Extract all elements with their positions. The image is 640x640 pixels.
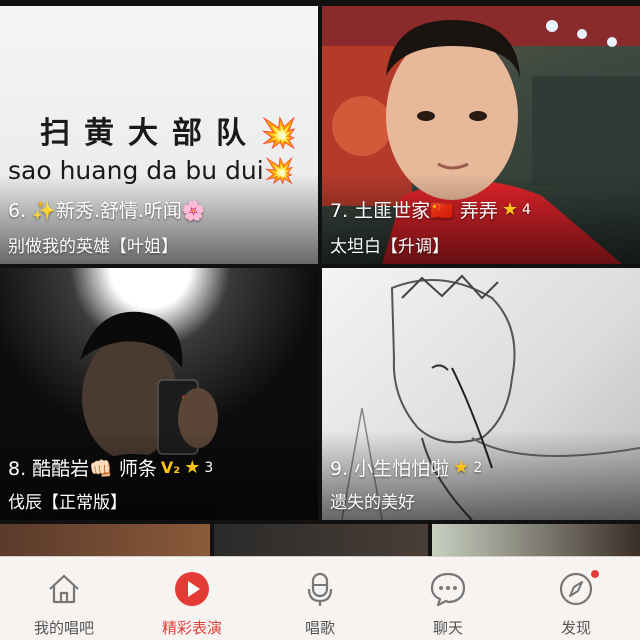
vip-badge-icon: V₂ xyxy=(160,458,181,477)
performance-card-9[interactable]: 9. 小生怕怕啦 ★ 2 遗失的美好 xyxy=(322,268,640,520)
tab-label: 唱歌 xyxy=(304,619,335,637)
card-title-row: 9. 小生怕怕啦 ★ 2 xyxy=(330,454,482,481)
performance-card-8[interactable]: 8. 酷酷岩👊🏻 师条 V₂ ★ 3 伐辰【正常版】 xyxy=(0,268,318,520)
tab-label: 我的唱吧 xyxy=(33,619,94,637)
tab-chat[interactable]: 聊天 xyxy=(384,557,512,640)
microphone-icon xyxy=(307,572,333,606)
chat-icon xyxy=(430,572,466,607)
card-title: 7. 土匪世家🇨🇳 弄弄 xyxy=(330,200,498,222)
performance-card-12-partial[interactable] xyxy=(432,524,640,556)
tab-performances[interactable]: 精彩表演 xyxy=(128,557,256,640)
song-title: 遗失的美好 xyxy=(330,493,415,513)
tab-discover[interactable]: 发现 xyxy=(512,557,640,640)
tab-my-changba[interactable]: 我的唱吧 xyxy=(0,557,128,640)
tab-label: 精彩表演 xyxy=(161,619,222,637)
song-title: 别做我的英雄【叶姐】 xyxy=(8,237,178,257)
tab-label: 发现 xyxy=(560,619,591,637)
tab-sing[interactable]: 唱歌 xyxy=(256,557,384,640)
cover-text-cn: 扫黄大部队💥 xyxy=(40,116,312,151)
card-title-row: 7. 土匪世家🇨🇳 弄弄 ★ 4 xyxy=(330,196,531,223)
card-title: 9. 小生怕怕啦 xyxy=(330,458,450,480)
card-title: 8. 酷酷岩👊🏻 师条 xyxy=(8,458,157,480)
star-icon: ★ xyxy=(453,457,470,478)
performance-card-10-partial[interactable] xyxy=(0,524,210,556)
song-title: 太坦白【升调】 xyxy=(330,237,449,257)
home-icon xyxy=(49,574,79,604)
performance-grid: 扫黄大部队💥 sao huang da bu dui💥 6. ✨新秀.舒情.听闻… xyxy=(0,0,640,556)
card-title: 6. ✨新秀.舒情.听闻🌸 xyxy=(8,200,206,222)
performance-card-6[interactable]: 扫黄大部队💥 sao huang da bu dui💥 6. ✨新秀.舒情.听闻… xyxy=(0,6,318,264)
star-count: 2 xyxy=(473,459,483,476)
play-icon xyxy=(175,572,209,606)
song-title: 伐辰【正常版】 xyxy=(8,493,127,513)
star-count: 3 xyxy=(204,459,214,476)
bottom-tab-bar: 我的唱吧 精彩表演 唱歌 聊天 发现 xyxy=(0,556,640,640)
card-title-row: 8. 酷酷岩👊🏻 师条 V₂ ★ 3 xyxy=(8,454,213,481)
star-icon: ★ xyxy=(501,199,519,220)
tab-label: 聊天 xyxy=(432,619,463,637)
star-icon: ★ xyxy=(184,457,201,478)
notification-dot xyxy=(590,569,600,579)
star-count: 4 xyxy=(522,201,531,218)
performance-card-7[interactable]: 7. 土匪世家🇨🇳 弄弄 ★ 4 太坦白【升调】 xyxy=(322,6,640,264)
performance-card-11-partial[interactable] xyxy=(214,524,428,556)
